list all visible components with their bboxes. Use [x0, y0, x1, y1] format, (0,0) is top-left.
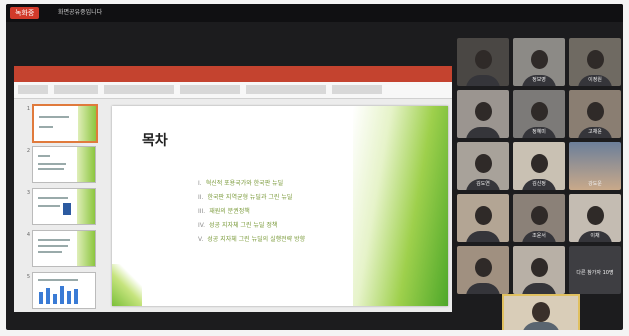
- participant-tile[interactable]: 정보영: [513, 38, 565, 86]
- photo-of-monitor: 녹화중 화면공유중입니다 1 2 3 4 5 목차 I. 혁신적 포용국가와 한…: [0, 0, 629, 336]
- ribbon-group[interactable]: [246, 85, 326, 94]
- ribbon-group[interactable]: [104, 85, 174, 94]
- active-speaker-video[interactable]: [502, 294, 580, 330]
- thumbnail-number: 1: [26, 106, 30, 112]
- toc-item: I. 혁신적 포용국가와 한국판 뉴딜: [198, 180, 284, 187]
- powerpoint-menu-tabs[interactable]: [14, 75, 452, 82]
- participant-tile[interactable]: 강도운: [569, 142, 621, 190]
- participant-tile[interactable]: 정혜미: [513, 90, 565, 138]
- toc-item: IV. 성공 지자체 그린 뉴딜 정책: [198, 222, 278, 229]
- thumbnail-number: 5: [26, 274, 30, 280]
- thumbnail-number: 2: [26, 148, 30, 154]
- participant-tile[interactable]: 김신정: [513, 142, 565, 190]
- participant-tile[interactable]: 이정원: [569, 38, 621, 86]
- slide-thumbnail-panel: 1 2 3 4 5: [22, 102, 104, 310]
- slide-thumbnail[interactable]: [32, 230, 96, 267]
- slide-corner-decoration: [112, 264, 142, 306]
- screen-share-note: 화면공유중입니다: [58, 9, 103, 16]
- participant-tile[interactable]: [457, 246, 509, 294]
- participant-tile[interactable]: [457, 38, 509, 86]
- ribbon-group[interactable]: [332, 85, 382, 94]
- recording-badge: 녹화중: [10, 7, 40, 19]
- participant-tile[interactable]: 김도연: [457, 142, 509, 190]
- participant-gallery: 정보영 이정원 정혜미 고채윤 김도연 김신정 강도운 조윤서 이채 다른 참가…: [455, 32, 623, 330]
- current-slide: 목차 I. 혁신적 포용국가와 한국판 뉴딜 II. 한국판 지역균형 뉴딜과 그린…: [112, 106, 448, 306]
- slide-green-decoration: [353, 106, 448, 306]
- thumbnail-number: 4: [26, 232, 30, 238]
- ribbon-group[interactable]: [180, 85, 240, 94]
- ribbon-group[interactable]: [54, 85, 98, 94]
- toc-item: V. 성공 지자체 그린 뉴딜의 실행전략 방향: [198, 236, 306, 243]
- toc-item: II. 한국판 지역균형 뉴딜과 그린 뉴딜: [198, 194, 293, 201]
- video-call-screen: 녹화중 화면공유중입니다 1 2 3 4 5 목차 I. 혁신적 포용국가와 한…: [6, 4, 623, 330]
- participant-tile[interactable]: 이채: [569, 194, 621, 242]
- thumbnail-number: 3: [26, 190, 30, 196]
- participant-tile[interactable]: 고채윤: [569, 90, 621, 138]
- participant-tile[interactable]: [457, 194, 509, 242]
- slide-thumbnail[interactable]: [32, 146, 96, 183]
- powerpoint-ribbon[interactable]: [14, 82, 452, 99]
- slide-thumbnail[interactable]: [32, 104, 98, 143]
- slide-title: 목차: [142, 133, 168, 149]
- powerpoint-window: 1 2 3 4 5 목차 I. 혁신적 포용국가와 한국판 뉴딜 II. 한국판 지…: [14, 66, 452, 312]
- more-participants-tile[interactable]: 다른 참가자 10명: [569, 246, 621, 294]
- slide-thumbnail[interactable]: [32, 188, 96, 225]
- slide-thumbnail[interactable]: [32, 272, 96, 309]
- ribbon-group[interactable]: [18, 85, 48, 94]
- participant-tile[interactable]: [513, 246, 565, 294]
- toc-item: III. 재원의 분권정책: [198, 208, 250, 215]
- participant-tile[interactable]: 조윤서: [513, 194, 565, 242]
- participant-tile[interactable]: [457, 90, 509, 138]
- powerpoint-title-bar: [14, 66, 452, 75]
- meeting-top-bar: 녹화중 화면공유중입니다: [6, 4, 623, 22]
